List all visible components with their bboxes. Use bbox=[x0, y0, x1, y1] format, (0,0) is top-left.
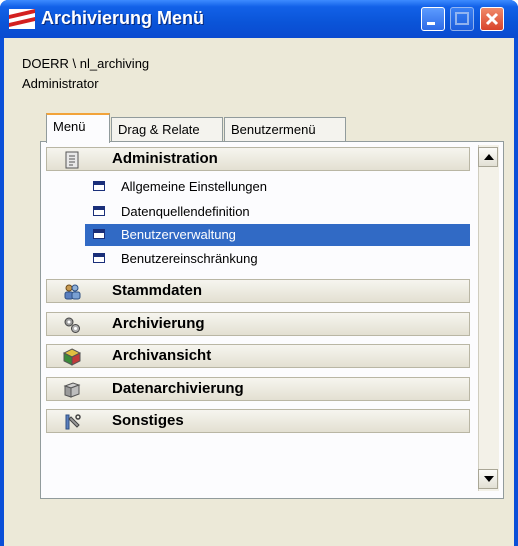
group-label: Archivansicht bbox=[112, 347, 212, 364]
title-bar[interactable]: Archivierung Menü bbox=[0, 0, 518, 38]
group-label: Administration bbox=[112, 150, 218, 167]
session-role: Administrator bbox=[22, 76, 99, 91]
app-icon bbox=[9, 9, 35, 29]
item-label: Datenquellendefinition bbox=[121, 204, 250, 219]
menu-item-allgemeine-einstellungen[interactable]: Allgemeine Einstellungen bbox=[85, 176, 470, 198]
vertical-scrollbar[interactable] bbox=[478, 145, 499, 491]
tab-drag-relate[interactable]: Drag & Relate bbox=[111, 117, 223, 141]
maximize-button[interactable] bbox=[450, 7, 474, 31]
arrow-down-icon bbox=[484, 476, 494, 482]
group-label: Datenarchivierung bbox=[112, 380, 244, 397]
menu-list: Administration Allgemeine Einstellungen … bbox=[45, 145, 473, 491]
minimize-icon bbox=[427, 22, 435, 25]
item-label: Allgemeine Einstellungen bbox=[121, 179, 267, 194]
group-label: Sonstiges bbox=[112, 412, 184, 429]
session-user: DOERR \ nl_archiving bbox=[22, 56, 150, 71]
arrow-up-icon bbox=[484, 154, 494, 160]
users-icon bbox=[64, 284, 81, 300]
group-datenarchivierung[interactable]: Datenarchivierung bbox=[46, 377, 470, 401]
tools-icon bbox=[65, 414, 81, 430]
window-icon bbox=[93, 229, 105, 239]
item-label: Benutzereinschränkung bbox=[121, 251, 258, 266]
maximize-icon bbox=[455, 12, 469, 25]
tab-benutzermenu[interactable]: Benutzermenü bbox=[224, 117, 346, 141]
archive-box-icon bbox=[63, 382, 81, 398]
tab-menu[interactable]: Menü bbox=[46, 113, 110, 143]
group-administration[interactable]: Administration bbox=[46, 147, 470, 171]
scroll-up-button[interactable] bbox=[478, 147, 498, 167]
menu-item-benutzerverwaltung[interactable]: Benutzerverwaltung bbox=[85, 224, 470, 246]
group-stammdaten[interactable]: Stammdaten bbox=[46, 279, 470, 303]
group-archivierung[interactable]: Archivierung bbox=[46, 312, 470, 336]
window-icon bbox=[93, 206, 105, 216]
window-title: Archivierung Menü bbox=[41, 8, 205, 28]
group-label: Stammdaten bbox=[112, 282, 203, 299]
item-label: Benutzerverwaltung bbox=[121, 227, 236, 242]
document-icon bbox=[65, 151, 79, 169]
cube-icon bbox=[63, 348, 81, 366]
window-icon bbox=[93, 253, 105, 263]
close-icon bbox=[485, 12, 499, 26]
close-button[interactable] bbox=[480, 7, 504, 31]
gears-icon bbox=[64, 317, 80, 333]
menu-item-benutzereinschraenkung[interactable]: Benutzereinschränkung bbox=[85, 248, 470, 270]
group-sonstiges[interactable]: Sonstiges bbox=[46, 409, 470, 433]
group-archivansicht[interactable]: Archivansicht bbox=[46, 344, 470, 368]
scroll-down-button[interactable] bbox=[478, 469, 498, 489]
archivierung-menu-window: Archivierung Menü DOERR \ nl_archiving A… bbox=[0, 0, 518, 546]
group-label: Archivierung bbox=[112, 315, 205, 332]
window-icon bbox=[93, 181, 105, 191]
minimize-button[interactable] bbox=[421, 7, 445, 31]
menu-item-datenquellendefinition[interactable]: Datenquellendefinition bbox=[85, 201, 470, 223]
